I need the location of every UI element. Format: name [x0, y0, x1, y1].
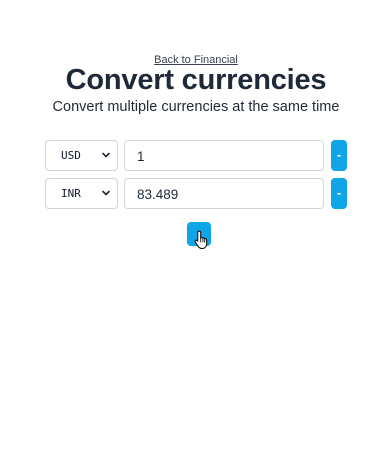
amount-input-value: 83.489	[137, 187, 179, 202]
chevron-down-icon	[102, 190, 110, 196]
currency-select[interactable]: USD	[45, 140, 118, 171]
amount-input-value: 1	[137, 149, 145, 164]
amount-input[interactable]: 1	[124, 140, 324, 171]
hand-cursor-icon	[194, 230, 208, 249]
remove-currency-button[interactable]: -	[331, 178, 347, 209]
remove-currency-button[interactable]: -	[331, 140, 347, 171]
chevron-down-icon	[102, 152, 110, 158]
page-title: Convert currencies	[65, 64, 327, 96]
page-subtitle: Convert multiple currencies at the same …	[52, 99, 340, 115]
currency-select[interactable]: INR	[45, 178, 118, 209]
currency-select-value: USD	[61, 149, 81, 162]
amount-input[interactable]: 83.489	[124, 178, 324, 209]
currency-select-value: INR	[61, 187, 81, 200]
